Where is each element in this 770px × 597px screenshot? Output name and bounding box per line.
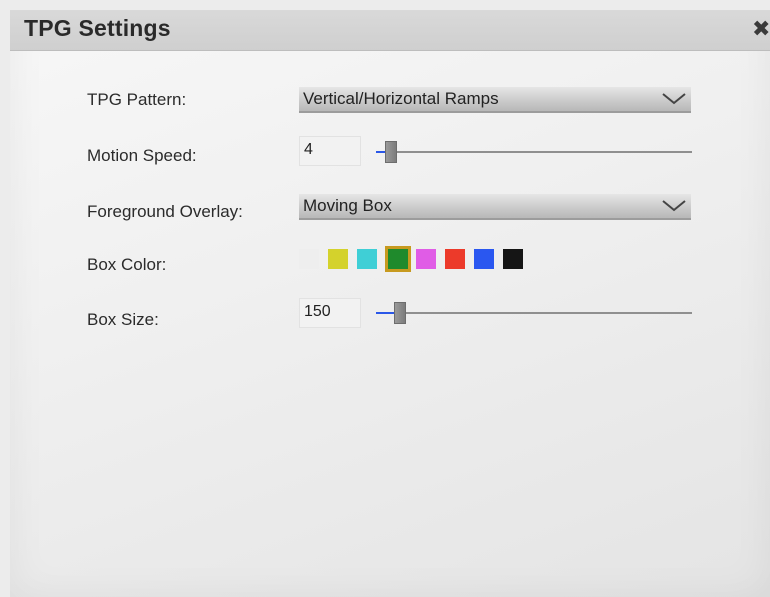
motion-speed-value: 4 [304, 141, 313, 158]
slider-track [376, 151, 692, 153]
dialog-title: TPG Settings [24, 15, 171, 41]
color-swatch[interactable] [474, 249, 494, 269]
box-size-field[interactable]: 150 [299, 298, 361, 328]
box-size-slider[interactable] [376, 301, 692, 325]
tpg-settings-dialog: TPG Settings ✖ TPG Pattern: Vertical/Hor… [10, 10, 770, 597]
slider-thumb[interactable] [385, 141, 397, 163]
motion-speed-slider[interactable] [376, 140, 692, 164]
color-swatch[interactable] [503, 249, 523, 269]
motion-speed-field[interactable]: 4 [299, 136, 361, 166]
chevron-down-icon [662, 93, 686, 105]
color-swatch[interactable] [299, 249, 319, 269]
tpg-pattern-label: TPG Pattern: [87, 90, 187, 109]
foreground-overlay-label: Foreground Overlay: [87, 202, 243, 221]
slider-track [376, 312, 692, 314]
box-size-label: Box Size: [87, 310, 159, 329]
foreground-overlay-value: Moving Box [303, 196, 392, 215]
color-swatch[interactable] [357, 249, 377, 269]
slider-thumb[interactable] [394, 302, 406, 324]
color-swatch[interactable] [416, 249, 436, 269]
color-swatch[interactable] [385, 246, 411, 272]
tpg-pattern-dropdown[interactable]: Vertical/Horizontal Ramps [299, 87, 691, 113]
color-swatch[interactable] [328, 249, 348, 269]
motion-speed-label: Motion Speed: [87, 146, 197, 165]
box-color-label: Box Color: [87, 255, 167, 274]
title-bar: TPG Settings ✖ [10, 10, 770, 51]
chevron-down-icon [662, 200, 686, 212]
box-size-value: 150 [304, 303, 331, 320]
color-swatch[interactable] [445, 249, 465, 269]
close-icon[interactable]: ✖ [752, 18, 770, 40]
foreground-overlay-dropdown[interactable]: Moving Box [299, 194, 691, 220]
tpg-pattern-value: Vertical/Horizontal Ramps [303, 89, 499, 108]
